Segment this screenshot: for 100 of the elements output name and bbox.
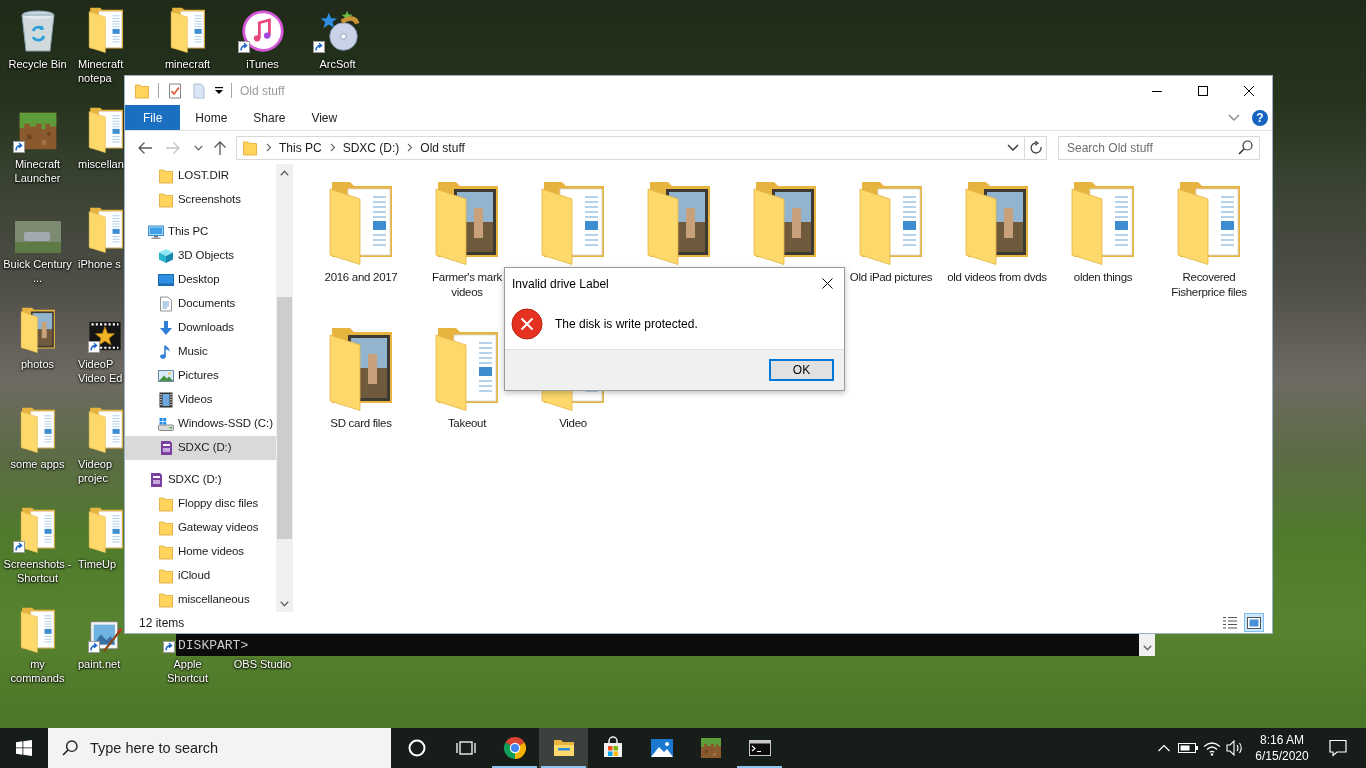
- desktop-icon-label[interactable]: Minecraft Launcher: [2, 157, 73, 185]
- nav-item[interactable]: LOST.DIR: [125, 164, 276, 188]
- folder-icon: [242, 139, 258, 156]
- checklist-icon[interactable]: [167, 82, 183, 99]
- folder-label[interactable]: Takeout: [416, 416, 518, 431]
- nav-item[interactable]: Desktop: [125, 268, 276, 292]
- breadcrumb[interactable]: Old stuff: [418, 138, 467, 157]
- painting-icon[interactable]: [88, 619, 122, 653]
- desktop-icon-label[interactable]: photos: [21, 357, 54, 371]
- desktop-icon-label[interactable]: paint.net: [78, 657, 121, 671]
- nav-item[interactable]: miscellaneous: [125, 588, 276, 612]
- desktop-icon-label[interactable]: VideoP Video Ed: [78, 357, 125, 385]
- search-field[interactable]: Type here to search: [48, 728, 391, 768]
- desktop-icon-label[interactable]: Screenshots - Shortcut: [2, 557, 73, 585]
- terminal-prompt: DISKPART>: [177, 638, 249, 655]
- nav-item[interactable]: SDXC (D:): [125, 468, 276, 492]
- desktop-icon-label[interactable]: minecraft: [164, 57, 211, 71]
- chevron-down-icon: [1142, 645, 1152, 651]
- battery-icon[interactable]: [1178, 742, 1198, 754]
- desktop-icon-label[interactable]: ArcSoft: [319, 57, 356, 71]
- chevron-right-icon[interactable]: [407, 143, 414, 152]
- picture-icon: [158, 368, 174, 384]
- chevron-right-icon[interactable]: [329, 143, 336, 152]
- taskbar-button[interactable]: [539, 728, 588, 768]
- nav-item[interactable]: Documents: [125, 292, 276, 316]
- ribbon-tab[interactable]: Share: [240, 105, 299, 130]
- desktop-icon-label[interactable]: Recycle Bin: [8, 57, 67, 71]
- volume-icon[interactable]: [1226, 739, 1244, 757]
- forward-arrow-icon: [165, 139, 181, 156]
- nav-item[interactable]: Pictures: [125, 364, 276, 388]
- desktop-icon-label[interactable]: TimeUp: [78, 557, 117, 571]
- desktop-icon-label[interactable]: iTunes: [246, 57, 279, 71]
- chevron-down-icon: [193, 144, 203, 151]
- grass-block-icon: [698, 736, 723, 760]
- folder-icon: [158, 592, 174, 608]
- dropdown-icon[interactable]: [215, 86, 223, 95]
- music-note-icon[interactable]: [240, 9, 285, 53]
- nav-item[interactable]: Windows-SSD (C:): [125, 412, 276, 436]
- folder-icon[interactable]: [964, 181, 1030, 265]
- ribbon-tab[interactable]: View: [298, 105, 351, 130]
- folder-icon[interactable]: [646, 181, 712, 265]
- nav-item[interactable]: Home videos: [125, 540, 276, 564]
- folder-icon[interactable]: [88, 107, 124, 153]
- search-field[interactable]: Search Old stuff: [1058, 135, 1260, 160]
- folder-icon[interactable]: [752, 181, 818, 265]
- folder-icon[interactable]: [88, 207, 124, 253]
- nav-item[interactable]: Videos: [125, 388, 276, 412]
- breadcrumb[interactable]: This PC: [277, 138, 324, 157]
- desktop-icon-label[interactable]: Minecraft notepa: [78, 57, 125, 85]
- desktop-icon-label[interactable]: iPhone s: [78, 257, 121, 271]
- chevron-down-icon: [280, 600, 289, 607]
- cube-icon: [158, 248, 174, 264]
- nav-item[interactable]: SDXC (D:): [125, 436, 276, 460]
- folder-label[interactable]: olden things: [1052, 270, 1154, 285]
- folder-icon[interactable]: [19, 307, 56, 353]
- desktop-icon-label[interactable]: Videop projec: [78, 457, 125, 485]
- folder-label[interactable]: Video: [522, 416, 624, 431]
- scrollbar[interactable]: [1139, 634, 1155, 656]
- desktop-icon-label[interactable]: Apple Shortcut: [152, 657, 223, 685]
- wifi-icon[interactable]: [1203, 740, 1221, 756]
- search-icon[interactable]: [1238, 139, 1253, 155]
- chevron-up-icon[interactable]: [1157, 743, 1171, 753]
- nav-item[interactable]: This PC: [125, 220, 276, 244]
- desktop-icon-label[interactable]: some apps: [10, 457, 65, 471]
- nav-item[interactable]: Floppy disc files: [125, 492, 276, 516]
- large-icons-view-button[interactable]: [1244, 613, 1264, 632]
- refresh-button[interactable]: [1025, 135, 1047, 160]
- folder-label[interactable]: old videos from dvds: [946, 270, 1048, 285]
- nav-item[interactable]: 3D Objects: [125, 244, 276, 268]
- nav-item[interactable]: Gateway videos: [125, 516, 276, 540]
- desktop-icon-label[interactable]: OBS Studio: [233, 657, 292, 671]
- nav-item[interactable]: Music: [125, 340, 276, 364]
- scrollbar[interactable]: [276, 164, 293, 612]
- clock[interactable]: 8:16 AM 6/15/2020: [1246, 728, 1318, 768]
- desktop-icon-label[interactable]: my commands: [2, 657, 73, 685]
- breadcrumb[interactable]: SDXC (D:): [340, 138, 402, 157]
- folder-label[interactable]: 2016 and 2017: [310, 270, 412, 285]
- nav-item[interactable]: Downloads: [125, 316, 276, 340]
- nav-item[interactable]: iCloud: [125, 564, 276, 588]
- folder-icon[interactable]: [88, 7, 124, 53]
- chevron-right-icon[interactable]: [266, 143, 272, 152]
- document-icon: [158, 296, 174, 312]
- folder-icon[interactable]: [328, 327, 394, 411]
- nav-item[interactable]: Screenshots: [125, 188, 276, 212]
- maximize-icon: [1198, 85, 1208, 96]
- folder-icon: [158, 544, 174, 560]
- notification-icon[interactable]: [1329, 739, 1347, 757]
- desktop-icon-label[interactable]: miscellan: [78, 157, 124, 171]
- ribbon-tab[interactable]: Home: [182, 105, 241, 130]
- scrollbar-thumb[interactable]: [277, 297, 292, 539]
- file-menu-button[interactable]: File: [125, 105, 181, 130]
- photo-placeholder[interactable]: [14, 221, 61, 253]
- help-button[interactable]: ?: [1252, 109, 1268, 126]
- folder-label[interactable]: SD card files: [310, 416, 412, 431]
- folder-icon[interactable]: [169, 7, 206, 53]
- folder-icon[interactable]: [434, 181, 500, 265]
- desktop-icon-label[interactable]: Buick Century ...: [2, 257, 73, 285]
- address-bar[interactable]: This PC SDXC (D:) Old stuff: [236, 135, 1025, 160]
- ok-button[interactable]: OK: [769, 359, 834, 381]
- folder-label[interactable]: Recovered Fisherprice files: [1158, 270, 1260, 300]
